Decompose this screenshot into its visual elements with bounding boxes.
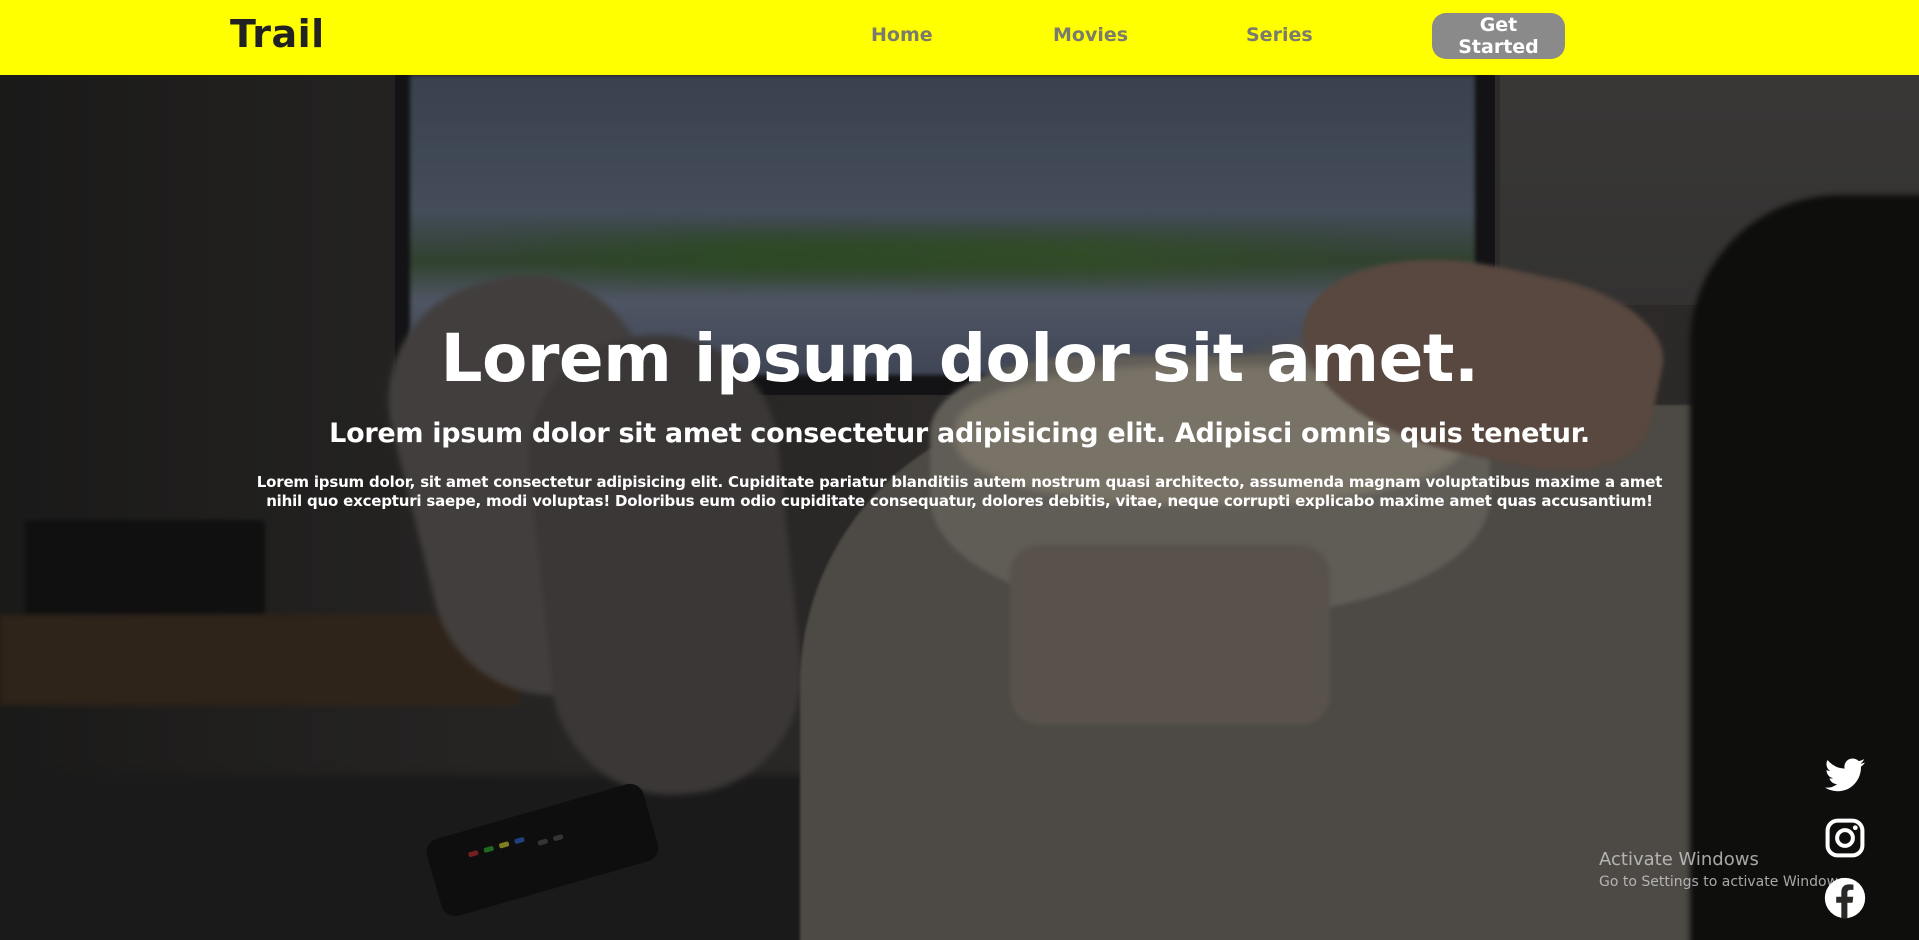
instagram-icon[interactable] bbox=[1823, 816, 1867, 860]
hero-subtitle: Lorem ipsum dolor sit amet consectetur a… bbox=[329, 418, 1590, 449]
nav-link-series[interactable]: Series bbox=[1246, 24, 1313, 46]
twitter-icon-svg bbox=[1824, 758, 1866, 792]
get-started-button[interactable]: Get Started bbox=[1432, 13, 1565, 59]
hero-section: Lorem ipsum dolor sit amet. Lorem ipsum … bbox=[0, 75, 1919, 940]
brand-logo[interactable]: Trail bbox=[230, 12, 325, 56]
windows-activation-watermark: Activate Windows Go to Settings to activ… bbox=[1599, 849, 1850, 890]
twitter-icon[interactable] bbox=[1823, 754, 1867, 798]
nav-link-movies[interactable]: Movies bbox=[1053, 24, 1128, 46]
facebook-icon-svg bbox=[1824, 877, 1866, 919]
navbar: Trail Home Movies Series Get Started bbox=[0, 0, 1919, 75]
facebook-icon[interactable] bbox=[1823, 876, 1867, 920]
watermark-subtitle: Go to Settings to activate Windows. bbox=[1599, 874, 1850, 890]
nav-link-home[interactable]: Home bbox=[871, 24, 933, 46]
instagram-icon-svg bbox=[1825, 818, 1865, 858]
hero-title: Lorem ipsum dolor sit amet. bbox=[440, 320, 1479, 397]
watermark-title: Activate Windows bbox=[1599, 849, 1759, 870]
hero-body-text: Lorem ipsum dolor, sit amet consectetur … bbox=[256, 473, 1663, 510]
